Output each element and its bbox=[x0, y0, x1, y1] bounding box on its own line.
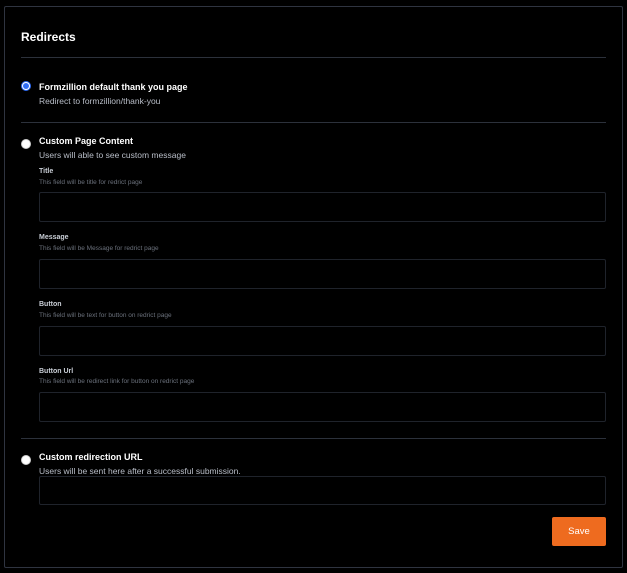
message-field-label: Message bbox=[39, 234, 69, 241]
option-default-label: Formzillion default thank you page bbox=[39, 82, 188, 92]
button-url-input[interactable] bbox=[39, 392, 606, 422]
title-field-label: Title bbox=[39, 168, 54, 175]
option-default-description: Redirect to formzillion/thank-you bbox=[39, 96, 161, 106]
message-input[interactable] bbox=[39, 259, 606, 289]
button-url-field-label: Button Url bbox=[39, 368, 74, 375]
button-text-input[interactable] bbox=[39, 326, 606, 356]
radio-custom-redirection-url[interactable] bbox=[21, 455, 31, 465]
button-field-help: This field will be text for button on re… bbox=[39, 312, 172, 319]
redirects-panel: Redirects Formzillion default thank you … bbox=[4, 6, 623, 568]
save-button[interactable]: Save bbox=[552, 517, 606, 546]
option-custom-url-description: Users will be sent here after a successf… bbox=[39, 466, 241, 476]
title-field-help: This field will be title for redrict pag… bbox=[39, 179, 143, 186]
divider bbox=[21, 57, 606, 58]
button-url-field-help: This field will be redirect link for but… bbox=[39, 378, 195, 385]
radio-default-thank-you[interactable] bbox=[21, 81, 31, 91]
divider bbox=[21, 438, 606, 439]
message-field-help: This field will be Message for redrict p… bbox=[39, 245, 159, 252]
option-custom-page-description: Users will able to see custom message bbox=[39, 150, 186, 160]
divider bbox=[21, 122, 606, 123]
button-field-label: Button bbox=[39, 301, 62, 308]
option-custom-url-label: Custom redirection URL bbox=[39, 452, 143, 462]
title-input[interactable] bbox=[39, 192, 606, 222]
radio-custom-page-content[interactable] bbox=[21, 139, 31, 149]
redirection-url-input[interactable] bbox=[39, 476, 606, 505]
section-title: Redirects bbox=[21, 30, 76, 44]
option-custom-page-label: Custom Page Content bbox=[39, 136, 134, 146]
